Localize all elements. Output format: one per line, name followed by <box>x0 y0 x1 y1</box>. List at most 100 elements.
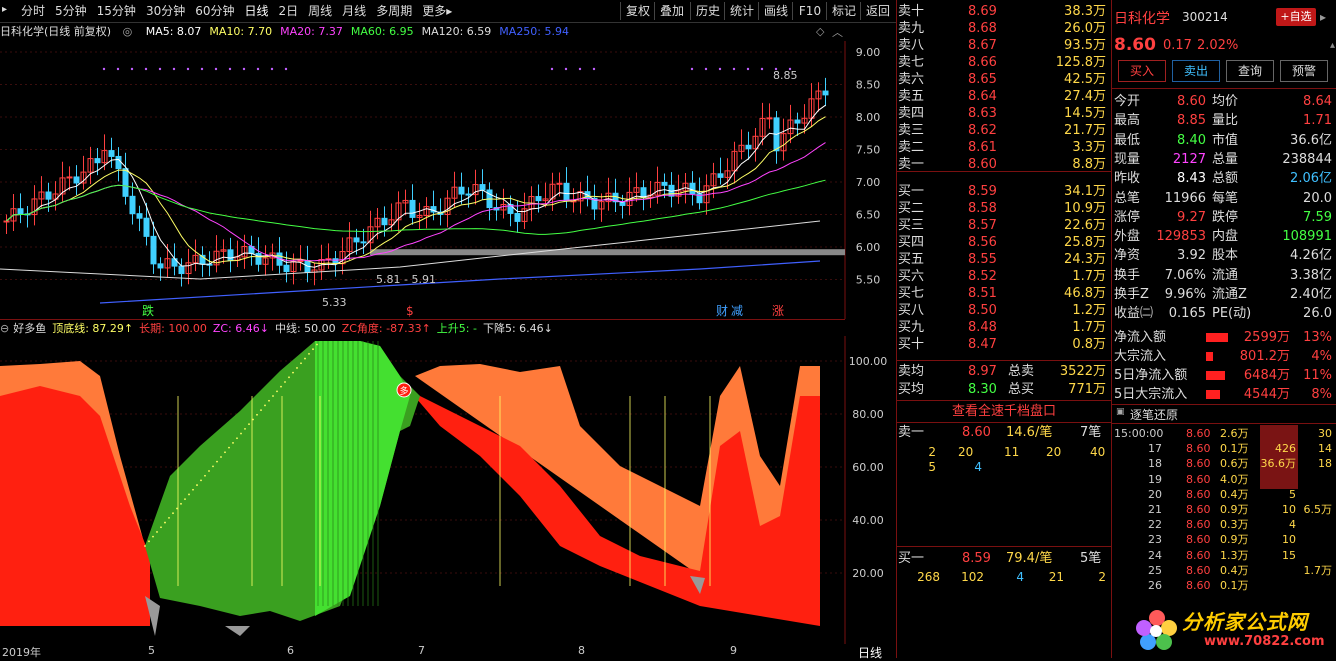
toolbar-button[interactable]: 标记 <box>826 2 861 20</box>
bid-row[interactable]: 买九 8.48 1.7万 <box>898 319 1108 336</box>
indicator-chart[interactable]: 100.00 80.00 60.00 40.00 20.00 多 <box>0 336 896 644</box>
bid-row[interactable]: 买三 8.57 22.6万 <box>898 217 1108 234</box>
candle <box>115 147 122 182</box>
flow-row: 5日净流入额 6484万 11% <box>1114 366 1334 385</box>
y-tick-label: 6.00 <box>856 241 881 254</box>
ask-row[interactable]: 卖七 8.66 125.8万 <box>898 54 1108 71</box>
toolbar-button[interactable]: 统计 <box>724 2 759 20</box>
tick-time: 20 <box>1148 487 1162 501</box>
flow-label: 5日净流入额 <box>1114 368 1188 383</box>
event-marker[interactable]: $ <box>406 304 414 318</box>
stat-label: PE(动) <box>1212 306 1252 322</box>
period-tab[interactable]: 分时 <box>16 0 50 22</box>
toolbar-button[interactable]: 历史 <box>690 2 725 20</box>
last-price: 8.60 <box>1114 35 1156 55</box>
flow-pct: 4% <box>1311 349 1332 364</box>
ma-line <box>99 260 821 304</box>
bid-row[interactable]: 买四 8.56 25.8万 <box>898 234 1108 251</box>
tick-row: 26 8.60 0.1万 <box>1114 578 1334 593</box>
gear-icon[interactable]: ◎ <box>123 25 133 38</box>
tick-time: 19 <box>1148 472 1162 486</box>
up-icon[interactable]: ▴ <box>1330 40 1335 51</box>
stat-value: 8.40 <box>1177 132 1206 148</box>
trade-button[interactable]: 买入 <box>1118 60 1166 82</box>
candle <box>549 172 556 211</box>
ask-row[interactable]: 卖八 8.67 93.5万 <box>898 37 1108 54</box>
collapse-icon[interactable]: ▣ <box>1116 407 1125 417</box>
period-label[interactable]: 日线 <box>858 644 882 661</box>
toolbar-button[interactable]: 返回 <box>860 2 895 20</box>
indicator-value: 长期: 100.00 <box>139 322 207 335</box>
candle <box>423 197 430 229</box>
bid-row[interactable]: 买八 8.50 1.2万 <box>898 302 1108 319</box>
event-marker[interactable]: 减 <box>731 304 743 318</box>
add-watchlist-button[interactable]: +自选 <box>1276 8 1316 26</box>
event-marker[interactable]: 财 <box>716 304 728 318</box>
ask-row[interactable]: 卖十 8.69 38.3万 <box>898 3 1108 20</box>
ask-row[interactable]: 卖二 8.61 3.3万 <box>898 139 1108 156</box>
candle <box>199 246 206 277</box>
toolbar-button[interactable]: F10 <box>792 2 827 20</box>
ask-row[interactable]: 卖五 8.64 27.4万 <box>898 88 1108 105</box>
bid-row[interactable]: 买六 8.52 1.7万 <box>898 268 1108 285</box>
candle <box>192 239 199 272</box>
candle <box>178 258 185 287</box>
stat-label: 市值 <box>1212 132 1239 148</box>
period-tab[interactable]: 15分钟 <box>92 0 141 22</box>
bid-volume: 24.3万 <box>1064 252 1106 267</box>
ask-label: 卖九 <box>898 21 925 36</box>
menu-arrow-icon[interactable]: ▸ <box>2 4 7 15</box>
tick-price: 8.60 <box>1186 533 1211 547</box>
trade-button[interactable]: 查询 <box>1226 60 1274 82</box>
candle <box>276 237 283 274</box>
y-tick-label: 5.50 <box>856 274 881 287</box>
event-marker[interactable]: 跌 <box>142 303 154 318</box>
period-tab[interactable]: 2日 <box>274 0 304 22</box>
period-tab[interactable]: 30分钟 <box>141 0 190 22</box>
bid-row[interactable]: 买十 8.47 0.8万 <box>898 336 1108 353</box>
chevron-up-icon[interactable]: ︿ <box>832 24 843 40</box>
flow-row: 净流入额 2599万 13% <box>1114 328 1334 347</box>
more-icon[interactable]: ▸ <box>1320 10 1326 24</box>
trade-button[interactable]: 卖出 <box>1172 60 1220 82</box>
bid-row[interactable]: 买七 8.51 46.8万 <box>898 285 1108 302</box>
toolbar-button[interactable]: 画线 <box>758 2 793 20</box>
ask-price: 8.66 <box>968 55 997 70</box>
ask-row[interactable]: 卖六 8.65 42.5万 <box>898 71 1108 88</box>
tick-row: 15:00:00 8.60 2.6万 30 <box>1114 426 1334 441</box>
ask-row[interactable]: 卖四 8.63 14.5万 <box>898 105 1108 122</box>
period-tab[interactable]: 周线 <box>303 0 337 22</box>
toolbar-button[interactable]: 叠加 <box>654 2 689 20</box>
ticks-title[interactable]: 逐笔还原 <box>1130 406 1178 423</box>
bid-row[interactable]: 买五 8.55 24.3万 <box>898 251 1108 268</box>
ask-row[interactable]: 卖九 8.68 26.0万 <box>898 20 1108 37</box>
period-tab[interactable]: 多周期 <box>371 0 417 22</box>
stock-code: 300214 <box>1182 10 1228 24</box>
candle <box>171 243 178 276</box>
trade-button[interactable]: 预警 <box>1280 60 1328 82</box>
bid-price: 8.47 <box>968 337 997 352</box>
queue-order: 2 <box>928 445 936 459</box>
tick-extra: 6.5万 <box>1303 503 1333 516</box>
period-tab[interactable]: 日线 <box>240 0 274 22</box>
candlestick-chart[interactable]: 9.00 8.50 8.00 7.50 7.00 6.50 6.00 5.50 8.85 5.33… <box>0 41 896 319</box>
tick-orders: 5 <box>1289 487 1296 501</box>
event-marker[interactable]: 涨 <box>772 303 784 318</box>
full-depth-link[interactable]: 查看全速千档盘口 <box>897 402 1111 421</box>
bid-row[interactable]: 买一 8.59 34.1万 <box>898 183 1108 200</box>
ask-row[interactable]: 卖三 8.62 21.7万 <box>898 122 1108 139</box>
bid-row[interactable]: 买二 8.58 10.9万 <box>898 200 1108 217</box>
period-tab[interactable]: 60分钟 <box>190 0 239 22</box>
diamond-icon[interactable]: ◇ <box>816 25 824 38</box>
period-tab[interactable]: 更多▸ <box>417 0 457 22</box>
buy-avg-row: 买均 8.30 总买 771万 <box>898 381 1108 398</box>
range-annotation: 5.81 - 5.91 <box>376 273 436 286</box>
period-tab[interactable]: 5分钟 <box>50 0 92 22</box>
indicator-toggle-icon[interactable]: ⊖ <box>0 322 9 335</box>
tick-time: 23 <box>1148 533 1162 547</box>
toolbar-button[interactable]: 复权 <box>620 2 655 20</box>
tick-price: 8.60 <box>1186 457 1211 471</box>
candle <box>738 129 745 160</box>
bid-volume: 22.6万 <box>1064 218 1106 233</box>
period-tab[interactable]: 月线 <box>337 0 371 22</box>
